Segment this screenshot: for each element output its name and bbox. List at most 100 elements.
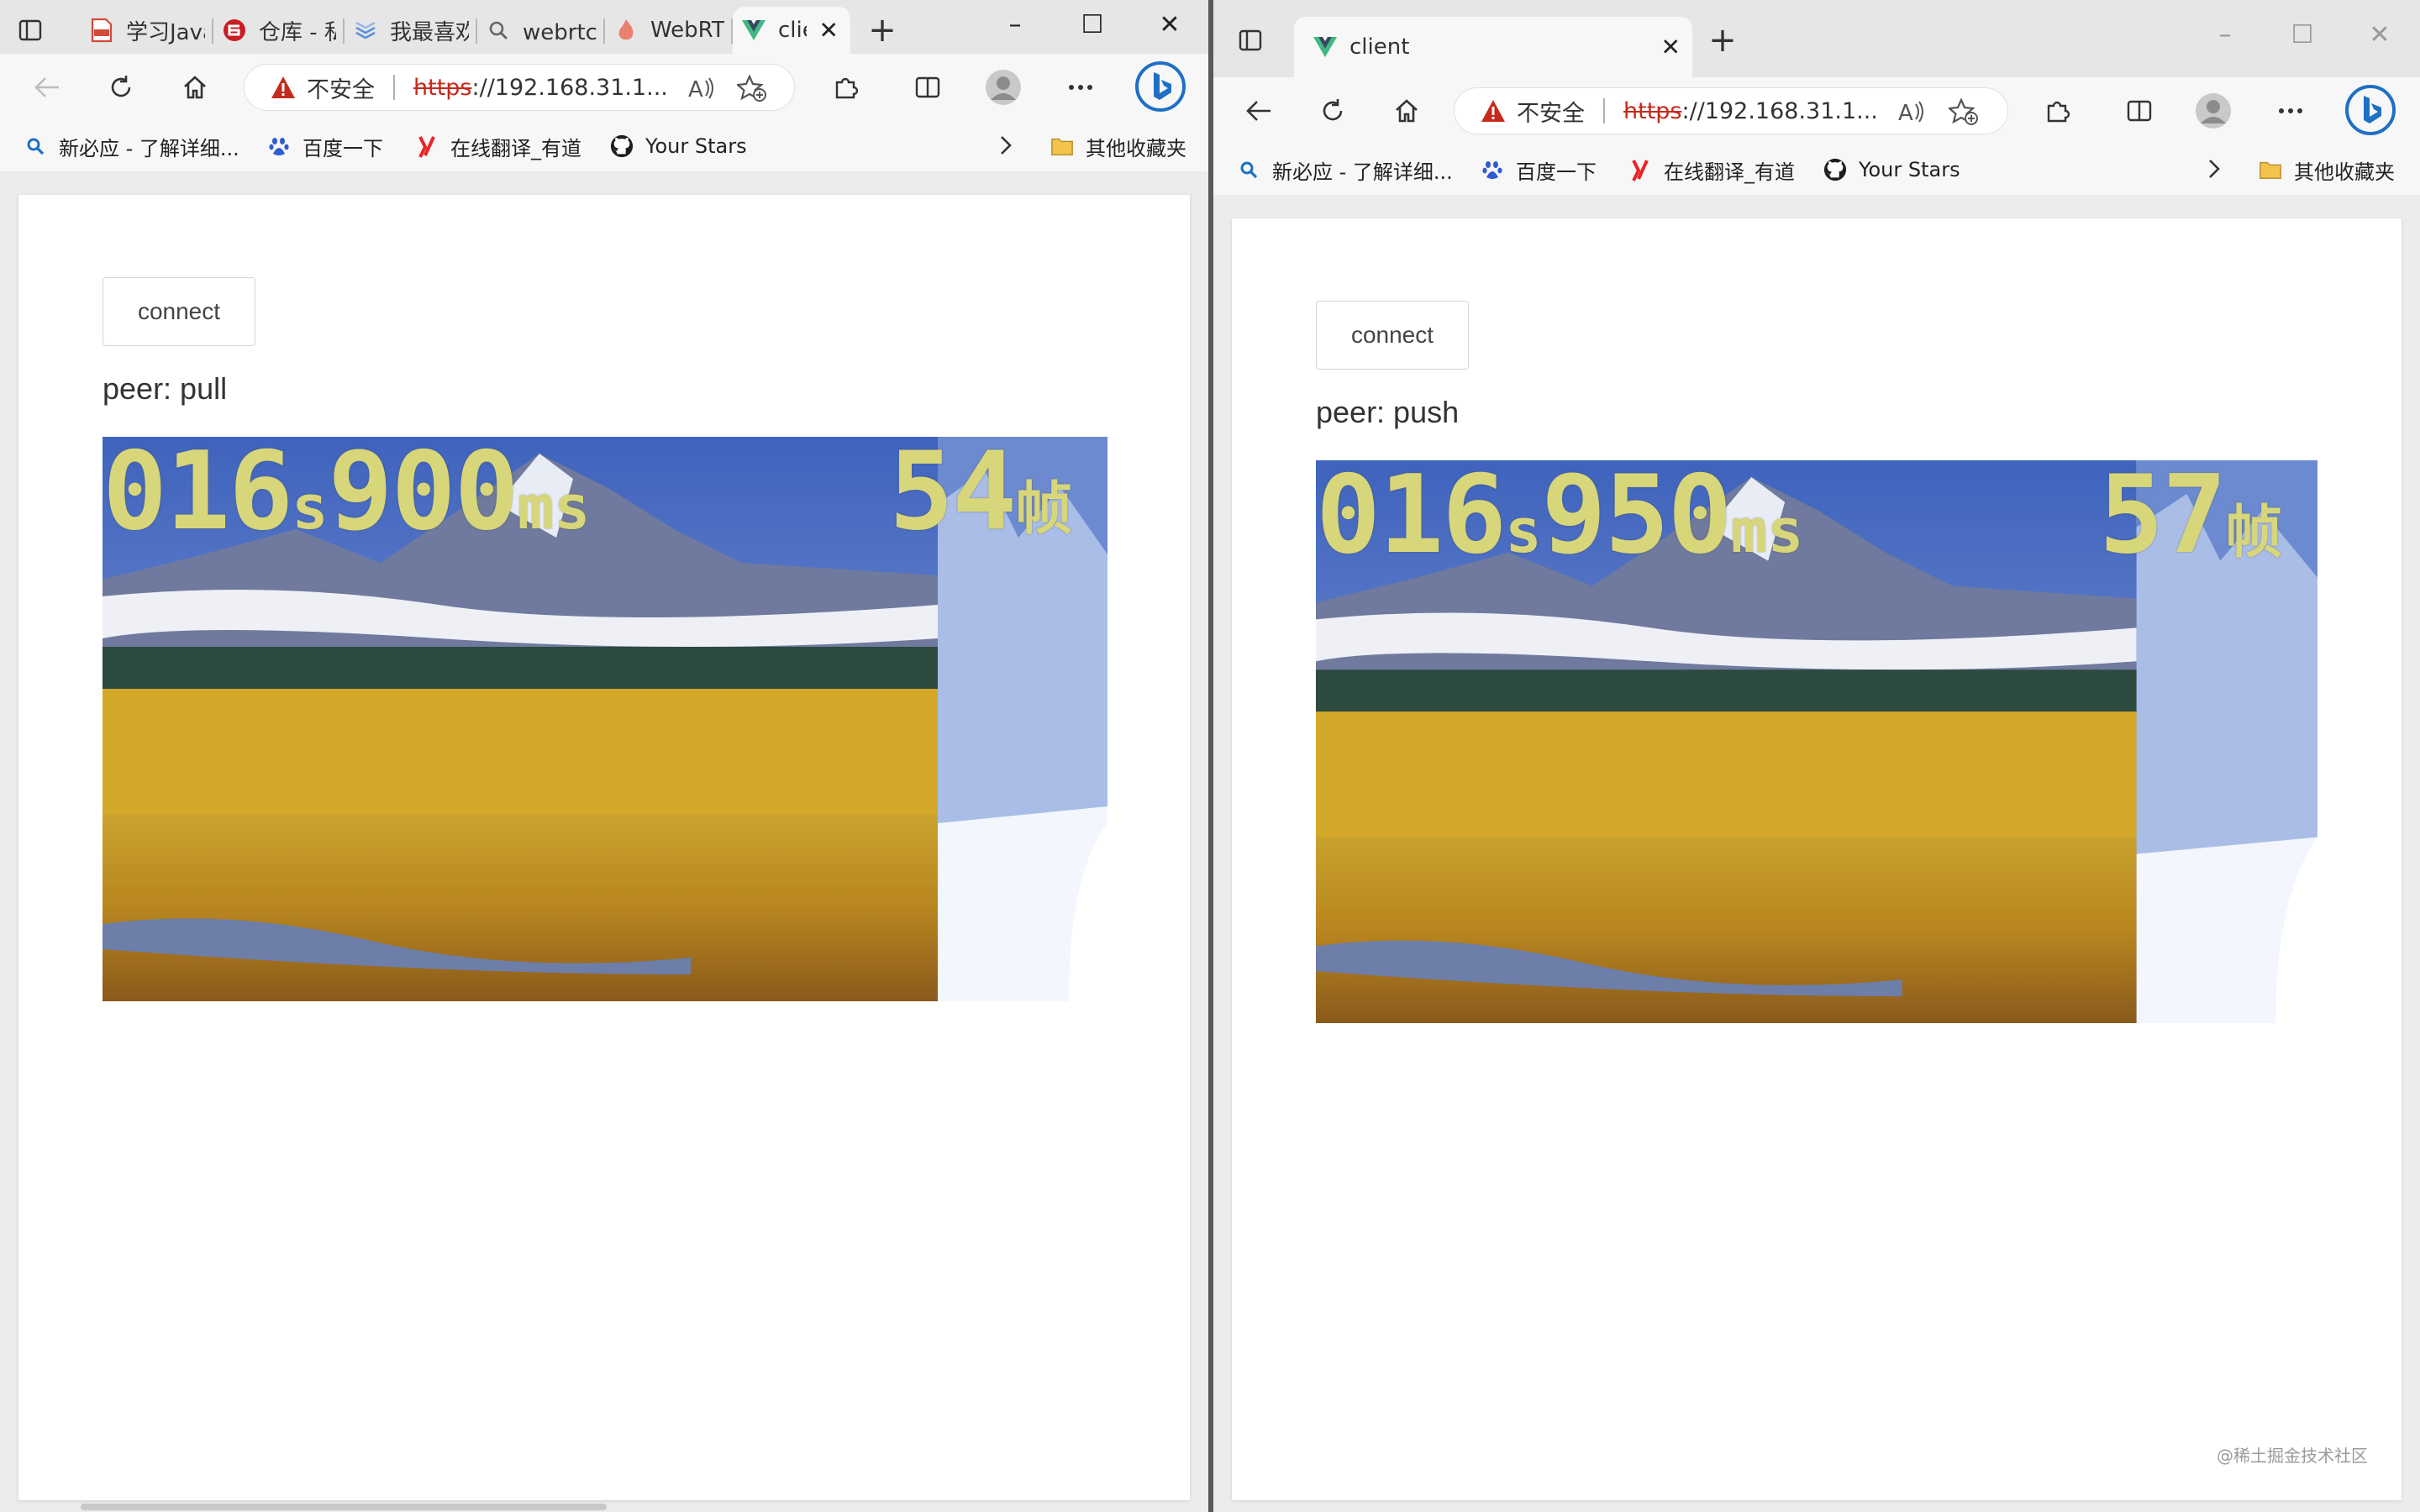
vue-icon: [1313, 34, 1338, 60]
more-dots-icon: [1069, 85, 1092, 90]
url-text: https://192.168.31.1...: [413, 75, 668, 101]
connect-button[interactable]: connect: [103, 277, 255, 346]
other-favorites[interactable]: 其他收藏夹: [1050, 131, 1186, 161]
other-favorites[interactable]: 其他收藏夹: [2259, 155, 2395, 185]
url-scheme: https: [1623, 97, 1682, 124]
other-favorites-label: 其他收藏夹: [1086, 136, 1186, 160]
back-button[interactable]: [1240, 92, 1277, 129]
tab-label: 仓库 - 私: [259, 19, 336, 45]
close-window-button[interactable]: ✕: [1144, 8, 1195, 42]
bookmark-github[interactable]: Your Stars: [610, 131, 747, 161]
minimize-button[interactable]: –: [990, 8, 1040, 42]
baidu-paw-icon: [1481, 158, 1504, 181]
home-button[interactable]: [1388, 92, 1425, 129]
chevron-right-icon: [2209, 160, 2220, 178]
split-screen-button[interactable]: [909, 69, 946, 106]
folder-icon: [1050, 134, 1074, 158]
stack-icon: [353, 18, 378, 43]
folder-icon: [2259, 158, 2282, 181]
overlay-fps-unit: 帧: [2225, 500, 2282, 566]
horizontal-scrollbar[interactable]: [81, 1504, 607, 1510]
close-tab-icon[interactable]: ✕: [819, 17, 839, 45]
bookmark-youdao[interactable]: 在线翻译_有道: [1628, 155, 1795, 185]
more-dots-icon: [2279, 108, 2302, 113]
back-button[interactable]: [29, 69, 66, 106]
peer-label: peer: pull: [103, 371, 228, 406]
url-host: ://192.168.31.1...: [471, 74, 668, 101]
gitee-icon: [222, 18, 247, 43]
vue-icon: [741, 18, 766, 43]
youdao-icon: [1628, 158, 1652, 181]
maximize-button[interactable]: ☐: [1067, 8, 1118, 42]
split-screen-button[interactable]: [2121, 92, 2158, 129]
tab-label: client: [778, 18, 807, 43]
bookmark-label: 新必应 - 了解详细...: [1272, 160, 1453, 184]
read-aloud-icon[interactable]: A: [1897, 97, 1927, 127]
tab-client-active[interactable]: client ✕: [733, 7, 850, 54]
bing-copilot-button[interactable]: [2344, 84, 2396, 136]
add-favorite-icon[interactable]: [1949, 97, 1979, 127]
page-viewport: connect peer: push 016s950ms 57帧 @稀土掘金技术…: [1213, 195, 2420, 1512]
bookmarks-overflow-button[interactable]: [2202, 156, 2227, 181]
bookmark-bing[interactable]: 新必应 - 了解详细...: [24, 131, 239, 161]
add-favorite-icon[interactable]: [737, 73, 767, 103]
video-player[interactable]: 016s900ms 54帧: [103, 437, 1107, 1001]
youdao-icon: [415, 134, 439, 158]
address-bar[interactable]: 不安全 https://192.168.31.1... A: [1454, 87, 2008, 134]
baidu-paw-icon: [267, 134, 291, 158]
bing-search-icon: [1237, 158, 1260, 181]
bookmark-baidu[interactable]: 百度一下: [267, 131, 383, 161]
refresh-icon: [111, 76, 131, 97]
read-aloud-icon[interactable]: A: [687, 73, 717, 103]
puzzle-icon: [2047, 101, 2070, 123]
home-button[interactable]: [176, 69, 213, 106]
bookmark-label: Your Stars: [645, 134, 747, 158]
video-player[interactable]: 016s950ms 57帧: [1316, 460, 2317, 1023]
svg-text:A: A: [1898, 101, 1913, 124]
bookmark-youdao[interactable]: 在线翻译_有道: [415, 131, 581, 161]
tab-webrtc[interactable]: WebRTC: [605, 7, 733, 54]
profile-button[interactable]: [985, 69, 1022, 106]
connect-button[interactable]: connect: [1316, 301, 1469, 370]
insecure-label: 不安全: [307, 76, 375, 103]
close-window-button[interactable]: ✕: [2354, 18, 2405, 52]
extensions-button[interactable]: [2039, 92, 2075, 129]
tab-pdf[interactable]: 学习Java: [81, 7, 213, 54]
url-scheme: https: [413, 74, 472, 101]
bookmark-github[interactable]: Your Stars: [1823, 155, 1960, 185]
new-tab-button[interactable]: +: [1704, 24, 1741, 60]
tab-label: 学习Java: [126, 19, 205, 45]
tab-actions-button[interactable]: [1232, 22, 1269, 59]
overlay-fps-unit: 帧: [1015, 476, 1072, 543]
extensions-button[interactable]: [827, 69, 864, 106]
new-tab-button[interactable]: +: [864, 13, 901, 50]
fps-overlay: 54帧: [889, 438, 1072, 546]
bing-icon: [1135, 61, 1186, 112]
refresh-button[interactable]: [103, 69, 139, 106]
more-menu-button[interactable]: [1062, 69, 1099, 106]
minimize-button[interactable]: –: [2200, 18, 2250, 52]
bookmark-baidu[interactable]: 百度一下: [1481, 155, 1597, 185]
more-menu-button[interactable]: [2272, 92, 2309, 129]
svg-text:A: A: [688, 77, 703, 101]
address-bar[interactable]: 不安全 https://192.168.31.1... A: [244, 64, 795, 111]
close-tab-icon[interactable]: ✕: [1661, 34, 1681, 61]
search-icon: [486, 18, 511, 43]
profile-button[interactable]: [2195, 92, 2232, 129]
address-separator: [393, 75, 395, 100]
tab-actions-button[interactable]: [12, 12, 49, 49]
maximize-button[interactable]: ☐: [2277, 18, 2328, 52]
bookmarks-overflow-button[interactable]: [993, 133, 1018, 158]
favorites-bar: 新必应 - 了解详细... 百度一下 在线翻译_有道 Your Stars 其他…: [0, 121, 1208, 172]
tab-search[interactable]: webrtc的: [477, 7, 605, 54]
tab-client-active[interactable]: client ✕: [1294, 17, 1692, 77]
insecure-label: 不安全: [1517, 100, 1585, 127]
tab-stack[interactable]: 我最喜欢: [345, 7, 477, 54]
bookmark-bing[interactable]: 新必应 - 了解详细...: [1237, 155, 1453, 185]
bing-copilot-button[interactable]: [1134, 60, 1186, 113]
home-icon: [184, 76, 206, 99]
overlay-ms: 950: [1541, 460, 1733, 578]
tab-gitee[interactable]: 仓库 - 私: [213, 7, 345, 54]
tab-label: webrtc的: [523, 19, 597, 45]
refresh-button[interactable]: [1314, 92, 1351, 129]
